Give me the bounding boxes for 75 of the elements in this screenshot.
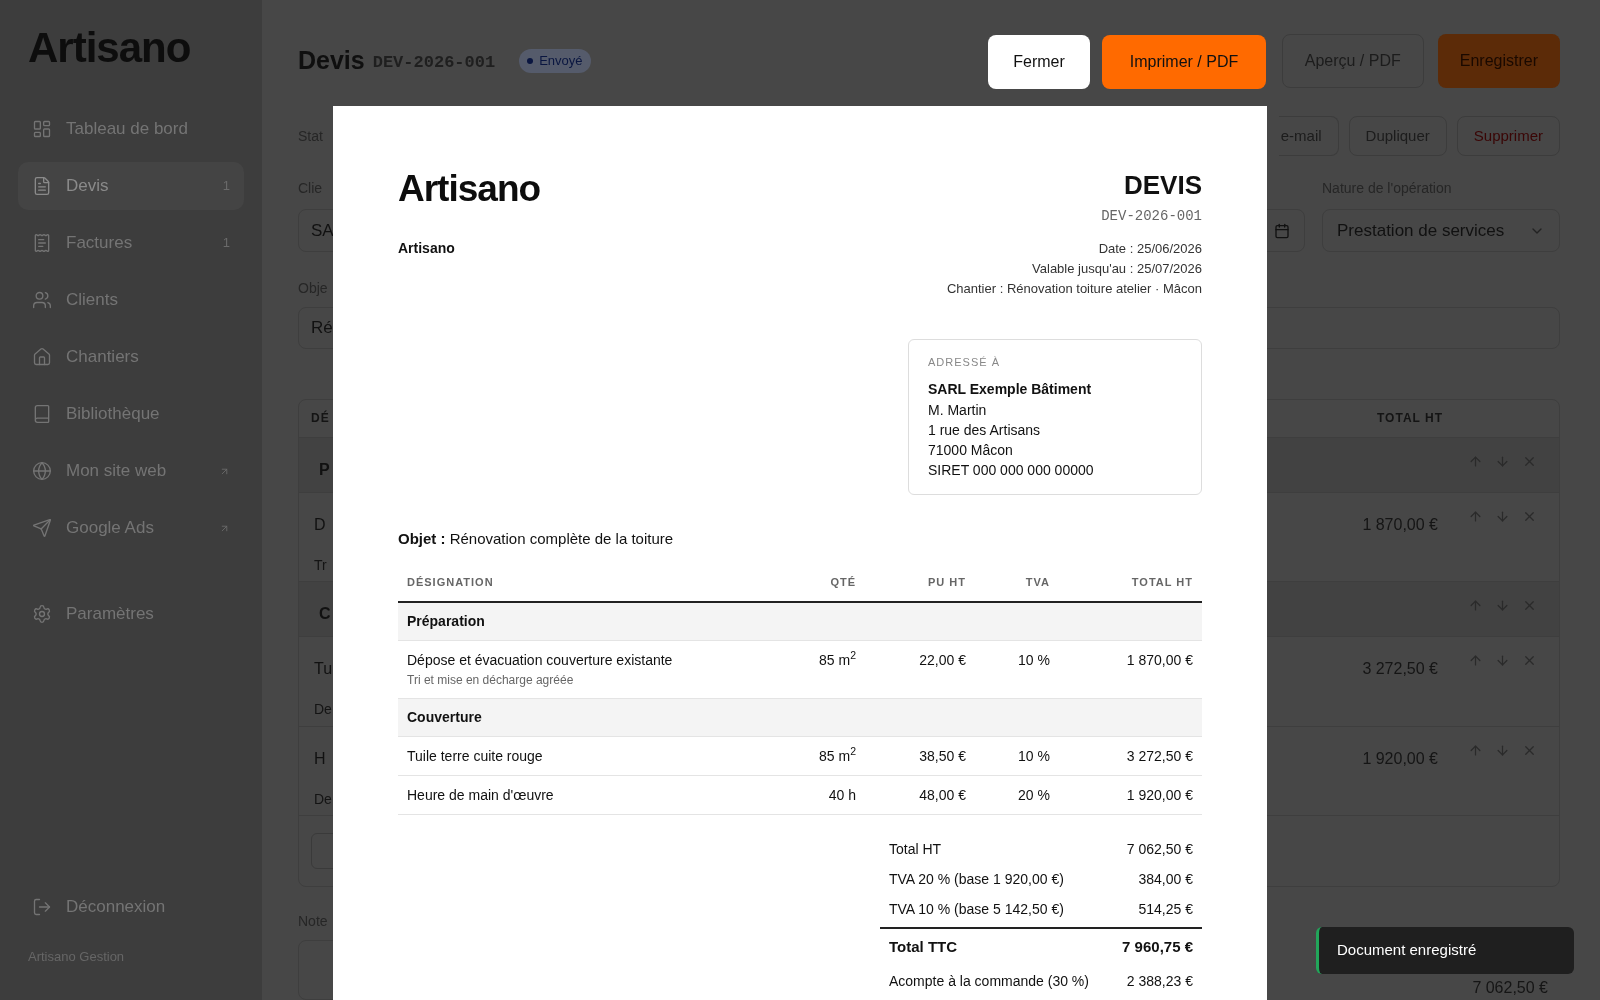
total-label: TVA 10 % (base 5 142,50 €) bbox=[889, 900, 1064, 919]
settings-icon bbox=[32, 604, 52, 624]
line-designation: Heure de main d'œuvre bbox=[407, 785, 554, 805]
move-up-icon[interactable] bbox=[1468, 598, 1483, 614]
line-quantity: 85 m$^{2}$ bbox=[819, 745, 856, 766]
total-value: 7 960,75 € bbox=[1122, 937, 1193, 958]
section-title: Préparation bbox=[407, 611, 485, 631]
column-header: QTÉ bbox=[829, 575, 856, 591]
move-down-icon[interactable] bbox=[1495, 509, 1510, 525]
document-logo: Artisano bbox=[398, 170, 541, 208]
address-line: SIRET 000 000 000 00000 bbox=[928, 460, 1094, 480]
line-unit-price: 22,00 € bbox=[919, 650, 966, 670]
logout-icon bbox=[32, 896, 52, 917]
move-down-icon[interactable] bbox=[1495, 598, 1510, 614]
total-label: Acompte à la commande (30 %) bbox=[889, 972, 1089, 991]
move-down-icon[interactable] bbox=[1495, 653, 1510, 669]
book-icon bbox=[32, 404, 52, 424]
line-unit-price: 48,00 € bbox=[919, 785, 966, 805]
globe-icon bbox=[32, 461, 52, 481]
object-line: Objet : Rénovation complète de la toiture bbox=[398, 529, 674, 547]
column-header: PU HT bbox=[927, 575, 966, 591]
total-label: Total TTC bbox=[889, 937, 958, 958]
line-designation: Tuile terre cuite rouge bbox=[407, 746, 543, 766]
sender-name: Artisano bbox=[398, 239, 455, 258]
column-header: DÉSIGNATION bbox=[407, 575, 495, 591]
page-title: Devis bbox=[298, 45, 365, 77]
line-total: 1 870,00 € bbox=[1126, 650, 1193, 670]
move-up-icon[interactable] bbox=[1468, 509, 1483, 525]
users-icon bbox=[32, 290, 52, 310]
modal-button[interactable]: Fermer bbox=[988, 35, 1090, 89]
line-total: 1 920,00 € bbox=[1126, 785, 1193, 805]
line-quantity: 85 m$^{2}$ bbox=[819, 649, 856, 670]
line-vat: 20 % bbox=[1018, 785, 1050, 805]
document-meta: Chantier : Rénovation toiture atelier · Mâcon bbox=[946, 280, 1202, 298]
document-icon bbox=[32, 176, 52, 196]
move-up-icon[interactable] bbox=[1468, 742, 1483, 758]
address-label: ADRESSÉ À bbox=[928, 355, 1000, 370]
status-badge: Envoyé bbox=[519, 49, 591, 73]
move-up-icon[interactable] bbox=[1468, 653, 1483, 669]
total-value: 514,25 € bbox=[1138, 900, 1193, 919]
line-total: 3 272,50 € bbox=[1126, 746, 1193, 766]
document-number: DEV-2026-001 bbox=[1101, 207, 1202, 226]
line-unit-price: 38,50 € bbox=[919, 746, 966, 766]
calendar-icon bbox=[1274, 222, 1290, 239]
receipt-icon bbox=[32, 233, 52, 253]
toast: Document enregistré bbox=[1316, 927, 1574, 974]
modal-button[interactable]: Imprimer / PDF bbox=[1102, 35, 1266, 89]
document-meta: Valable jusqu'au : 25/07/2026 bbox=[1032, 260, 1202, 278]
total-value: 2 388,23 € bbox=[1126, 972, 1193, 991]
document-title: DEVIS bbox=[1123, 170, 1202, 200]
section-title: Couverture bbox=[407, 707, 482, 727]
document-meta: Date : 25/06/2026 bbox=[1098, 240, 1202, 258]
move-down-icon[interactable] bbox=[1495, 454, 1510, 470]
address-name: SARL Exemple Bâtiment bbox=[928, 379, 1092, 399]
action-button[interactable]: Supprimer bbox=[1456, 116, 1560, 156]
total-label: Total HT bbox=[889, 840, 942, 859]
dashboard-icon bbox=[32, 119, 52, 139]
move-up-icon[interactable] bbox=[1468, 454, 1483, 470]
line-designation: Dépose et évacuation couverture existante bbox=[407, 650, 673, 670]
address-line: M. Martin bbox=[928, 400, 987, 420]
action-button[interactable]: Enregistrer bbox=[1437, 34, 1560, 88]
line-vat: 10 % bbox=[1018, 746, 1050, 766]
address-line: 1 rue des Artisans bbox=[928, 420, 1041, 440]
line-quantity: 40 h bbox=[828, 785, 856, 805]
paper-plane-icon bbox=[32, 518, 52, 538]
total-label: TVA 20 % (base 1 920,00 €) bbox=[889, 870, 1064, 889]
column-header: TOTAL HT bbox=[1130, 575, 1193, 591]
line-vat: 10 % bbox=[1018, 650, 1050, 670]
total-value: 7 062,50 € bbox=[1126, 840, 1193, 859]
column-header: TVA bbox=[1024, 575, 1050, 591]
move-down-icon[interactable] bbox=[1495, 742, 1510, 758]
house-icon bbox=[32, 347, 52, 367]
address-line: 71000 Mâcon bbox=[928, 440, 1013, 460]
total-value: 384,00 € bbox=[1138, 870, 1193, 889]
line-note: Tri et mise en décharge agréée bbox=[407, 671, 574, 689]
